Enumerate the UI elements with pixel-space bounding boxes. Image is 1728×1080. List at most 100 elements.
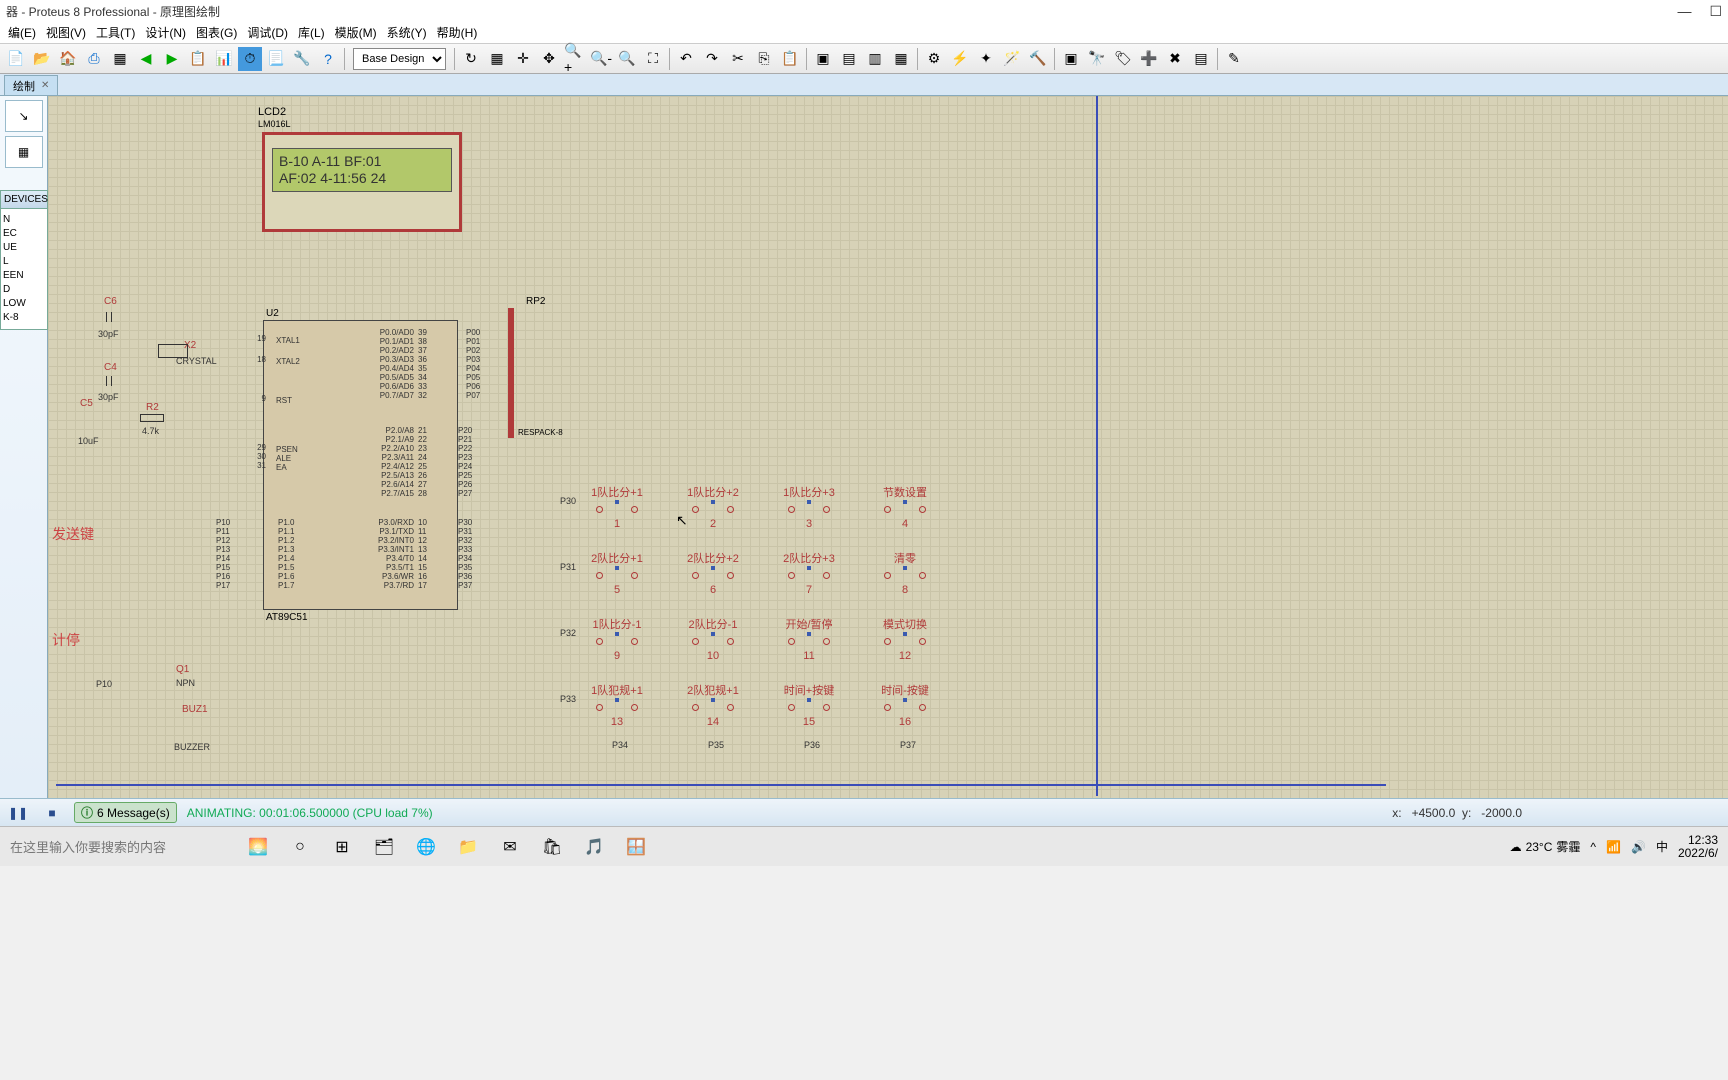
- menu-system[interactable]: 系统(Y): [383, 24, 431, 41]
- refresh-icon[interactable]: ↻: [459, 47, 483, 71]
- make-icon[interactable]: ⚡: [948, 47, 972, 71]
- maximize-button[interactable]: ☐: [1709, 3, 1722, 20]
- zoom-out-icon[interactable]: 🔍-: [589, 47, 613, 71]
- key-button-3[interactable]: 1队比分+33: [780, 484, 838, 530]
- task-view-icon[interactable]: ⊞: [328, 833, 356, 861]
- close-icon[interactable]: ✕: [41, 80, 49, 91]
- remove-icon[interactable]: ✖: [1163, 47, 1187, 71]
- pan-icon[interactable]: ✥: [537, 47, 561, 71]
- sheet-icon[interactable]: 📊: [212, 47, 236, 71]
- home-icon[interactable]: 🏠: [56, 47, 80, 71]
- weather-colorful-icon[interactable]: 🌅: [244, 833, 272, 861]
- decompose-icon[interactable]: ✦: [974, 47, 998, 71]
- forward-icon[interactable]: ▶: [160, 47, 184, 71]
- key-button-9[interactable]: 1队比分-19: [588, 616, 646, 662]
- pcb-icon[interactable]: ▦: [108, 47, 132, 71]
- undo-icon[interactable]: ↶: [674, 47, 698, 71]
- mail-icon[interactable]: ✉: [496, 833, 524, 861]
- key-button-13[interactable]: 1队犯规+113: [588, 682, 646, 728]
- help-icon[interactable]: ?: [316, 47, 340, 71]
- design-select[interactable]: Base Design: [353, 48, 446, 70]
- store-icon[interactable]: 🛍: [538, 833, 566, 861]
- stop-button[interactable]: ■: [40, 802, 64, 824]
- key-button-6[interactable]: 2队比分+26: [684, 550, 742, 596]
- layers-icon[interactable]: ▤: [1189, 47, 1213, 71]
- menu-help[interactable]: 帮助(H): [433, 24, 482, 41]
- new-icon[interactable]: 📄: [4, 47, 28, 71]
- block-copy-icon[interactable]: ▣: [811, 47, 835, 71]
- cortana-icon[interactable]: ○: [286, 833, 314, 861]
- pick-icon[interactable]: ⚙: [922, 47, 946, 71]
- key-button-16[interactable]: 时间-按键16: [876, 682, 934, 728]
- key-button-8[interactable]: 清零8: [876, 550, 934, 596]
- block-rotate-icon[interactable]: ▥: [863, 47, 887, 71]
- component-icon[interactable]: 🔧: [290, 47, 314, 71]
- messages-indicator[interactable]: ⓘ 6 Message(s): [74, 802, 177, 823]
- menu-view[interactable]: 视图(V): [42, 24, 90, 41]
- menu-debug[interactable]: 调试(D): [243, 24, 292, 41]
- edge-icon[interactable]: 🌐: [412, 833, 440, 861]
- redo-icon[interactable]: ↷: [700, 47, 724, 71]
- schematic-icon[interactable]: ⎙: [82, 47, 106, 71]
- back-icon[interactable]: ◀: [134, 47, 158, 71]
- menu-library[interactable]: 库(L): [294, 24, 329, 41]
- c4-component[interactable]: [100, 376, 118, 386]
- music-icon[interactable]: 🎵: [580, 833, 608, 861]
- zoom-in-icon[interactable]: 🔍+: [563, 47, 587, 71]
- c6-component[interactable]: [100, 312, 118, 322]
- key-button-4[interactable]: 节数设置4: [876, 484, 934, 530]
- clock-date[interactable]: 2022/6/: [1678, 847, 1718, 860]
- timing-icon[interactable]: ⏱: [238, 47, 262, 71]
- network-icon[interactable]: 📶: [1606, 840, 1621, 854]
- origin-icon[interactable]: ✛: [511, 47, 535, 71]
- tray-up-icon[interactable]: ^: [1590, 840, 1596, 854]
- list-icon[interactable]: 📃: [264, 47, 288, 71]
- menu-design[interactable]: 设计(N): [141, 24, 190, 41]
- schematic-canvas[interactable]: LCD2LM016L B-10 A-11 BF:01 AF:02 4-11:56…: [48, 96, 1728, 798]
- menu-edit[interactable]: 编(E): [4, 24, 40, 41]
- add-icon[interactable]: ➕: [1137, 47, 1161, 71]
- volume-icon[interactable]: 🔊: [1631, 840, 1646, 854]
- pause-button[interactable]: ❚❚: [6, 802, 30, 824]
- menu-template[interactable]: 模版(M): [331, 24, 381, 41]
- edit-icon[interactable]: ✎: [1222, 47, 1246, 71]
- app-icon[interactable]: 🪟: [622, 833, 650, 861]
- wand-icon[interactable]: 🪄: [1000, 47, 1024, 71]
- selection-mode-icon[interactable]: ↘: [5, 100, 43, 132]
- block-delete-icon[interactable]: ▦: [889, 47, 913, 71]
- tab-schematic[interactable]: 绘制 ✕: [4, 75, 58, 95]
- key-button-15[interactable]: 时间+按键15: [780, 682, 838, 728]
- property-icon[interactable]: 🔨: [1026, 47, 1050, 71]
- clock-time[interactable]: 12:33: [1678, 834, 1718, 847]
- ime-indicator[interactable]: 中: [1656, 838, 1668, 855]
- explorer-icon[interactable]: 🗂: [370, 833, 398, 861]
- key-button-12[interactable]: 模式切换12: [876, 616, 934, 662]
- zoom-fit-icon[interactable]: 🔍: [615, 47, 639, 71]
- paste-icon[interactable]: 📋: [778, 47, 802, 71]
- grid-icon[interactable]: ▦: [485, 47, 509, 71]
- cut-icon[interactable]: ✂: [726, 47, 750, 71]
- component-mode-icon[interactable]: ▦: [5, 136, 43, 168]
- menu-tools[interactable]: 工具(T): [92, 24, 139, 41]
- respack-component[interactable]: [508, 308, 568, 438]
- key-button-1[interactable]: 1队比分+11: [588, 484, 646, 530]
- r2-component[interactable]: [140, 414, 164, 422]
- folder-icon[interactable]: 📁: [454, 833, 482, 861]
- export-icon[interactable]: ▣: [1059, 47, 1083, 71]
- key-button-5[interactable]: 2队比分+15: [588, 550, 646, 596]
- weather-widget[interactable]: ☁ 23°C 雾霾: [1510, 838, 1581, 855]
- key-button-11[interactable]: 开始/暂停11: [780, 616, 838, 662]
- open-icon[interactable]: 📂: [30, 47, 54, 71]
- copy-icon[interactable]: ⎘: [752, 47, 776, 71]
- tag-icon[interactable]: 🏷: [1111, 47, 1135, 71]
- search-input[interactable]: 在这里输入你要搜索的内容: [10, 837, 230, 856]
- key-button-2[interactable]: 1队比分+22: [684, 484, 742, 530]
- binocular-icon[interactable]: 🔭: [1085, 47, 1109, 71]
- key-button-10[interactable]: 2队比分-110: [684, 616, 742, 662]
- key-button-14[interactable]: 2队犯规+114: [684, 682, 742, 728]
- menu-graph[interactable]: 图表(G): [192, 24, 241, 41]
- doc-icon[interactable]: 📋: [186, 47, 210, 71]
- minimize-button[interactable]: —: [1677, 3, 1691, 20]
- key-button-7[interactable]: 2队比分+37: [780, 550, 838, 596]
- zoom-area-icon[interactable]: ⛶: [641, 47, 665, 71]
